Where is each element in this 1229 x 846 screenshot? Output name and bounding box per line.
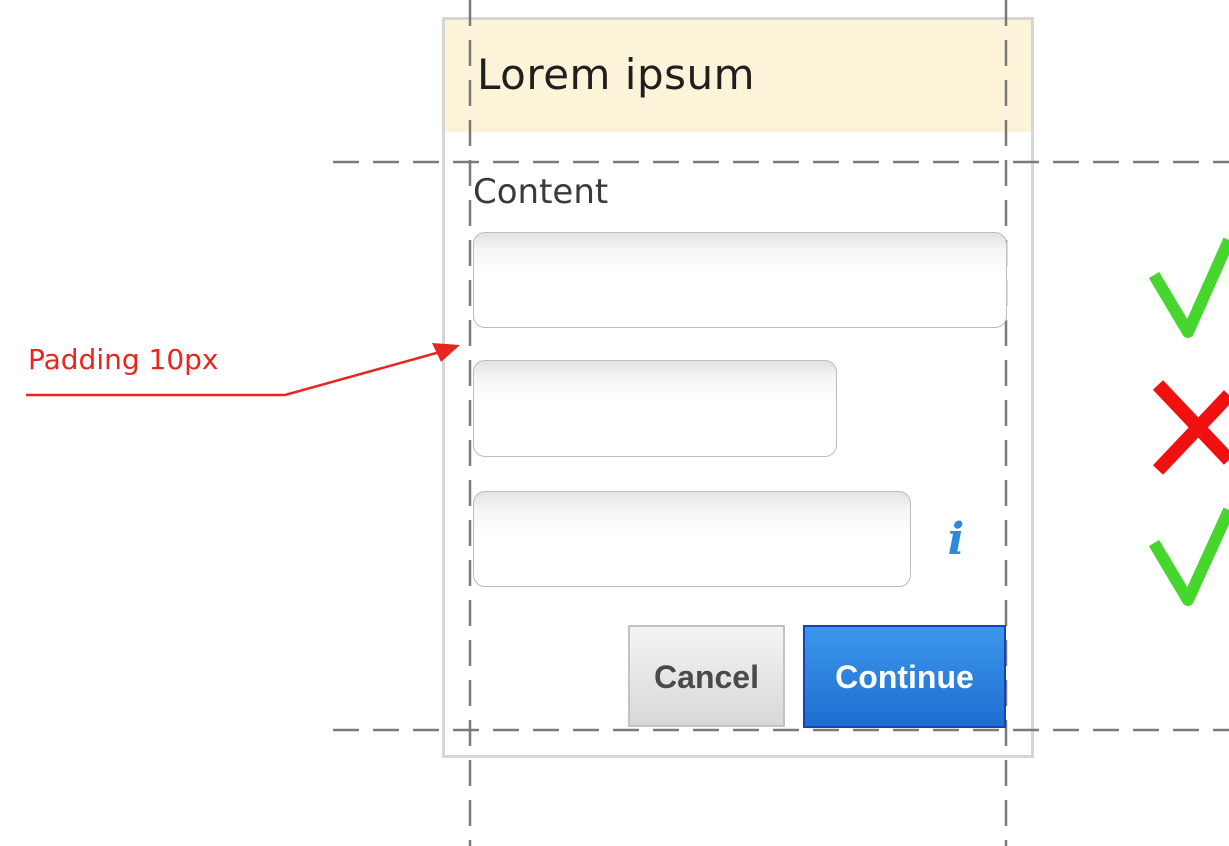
check-icon bbox=[1148, 507, 1229, 606]
padding-annotation-label: Padding 10px bbox=[28, 343, 219, 376]
text-field-1[interactable] bbox=[473, 232, 1007, 328]
dialog-header: Lorem ipsum bbox=[445, 20, 1031, 132]
content-label: Content bbox=[473, 172, 609, 212]
continue-button[interactable]: Continue bbox=[803, 625, 1006, 728]
validation-marks bbox=[1148, 237, 1229, 606]
dialog-title: Lorem ipsum bbox=[477, 50, 756, 99]
cross-icon bbox=[1152, 380, 1229, 475]
check-icon bbox=[1148, 237, 1229, 338]
text-field-2[interactable] bbox=[473, 360, 837, 457]
text-field-3[interactable] bbox=[473, 491, 911, 587]
info-icon[interactable]: i bbox=[942, 515, 970, 565]
cancel-button[interactable]: Cancel bbox=[628, 625, 785, 727]
